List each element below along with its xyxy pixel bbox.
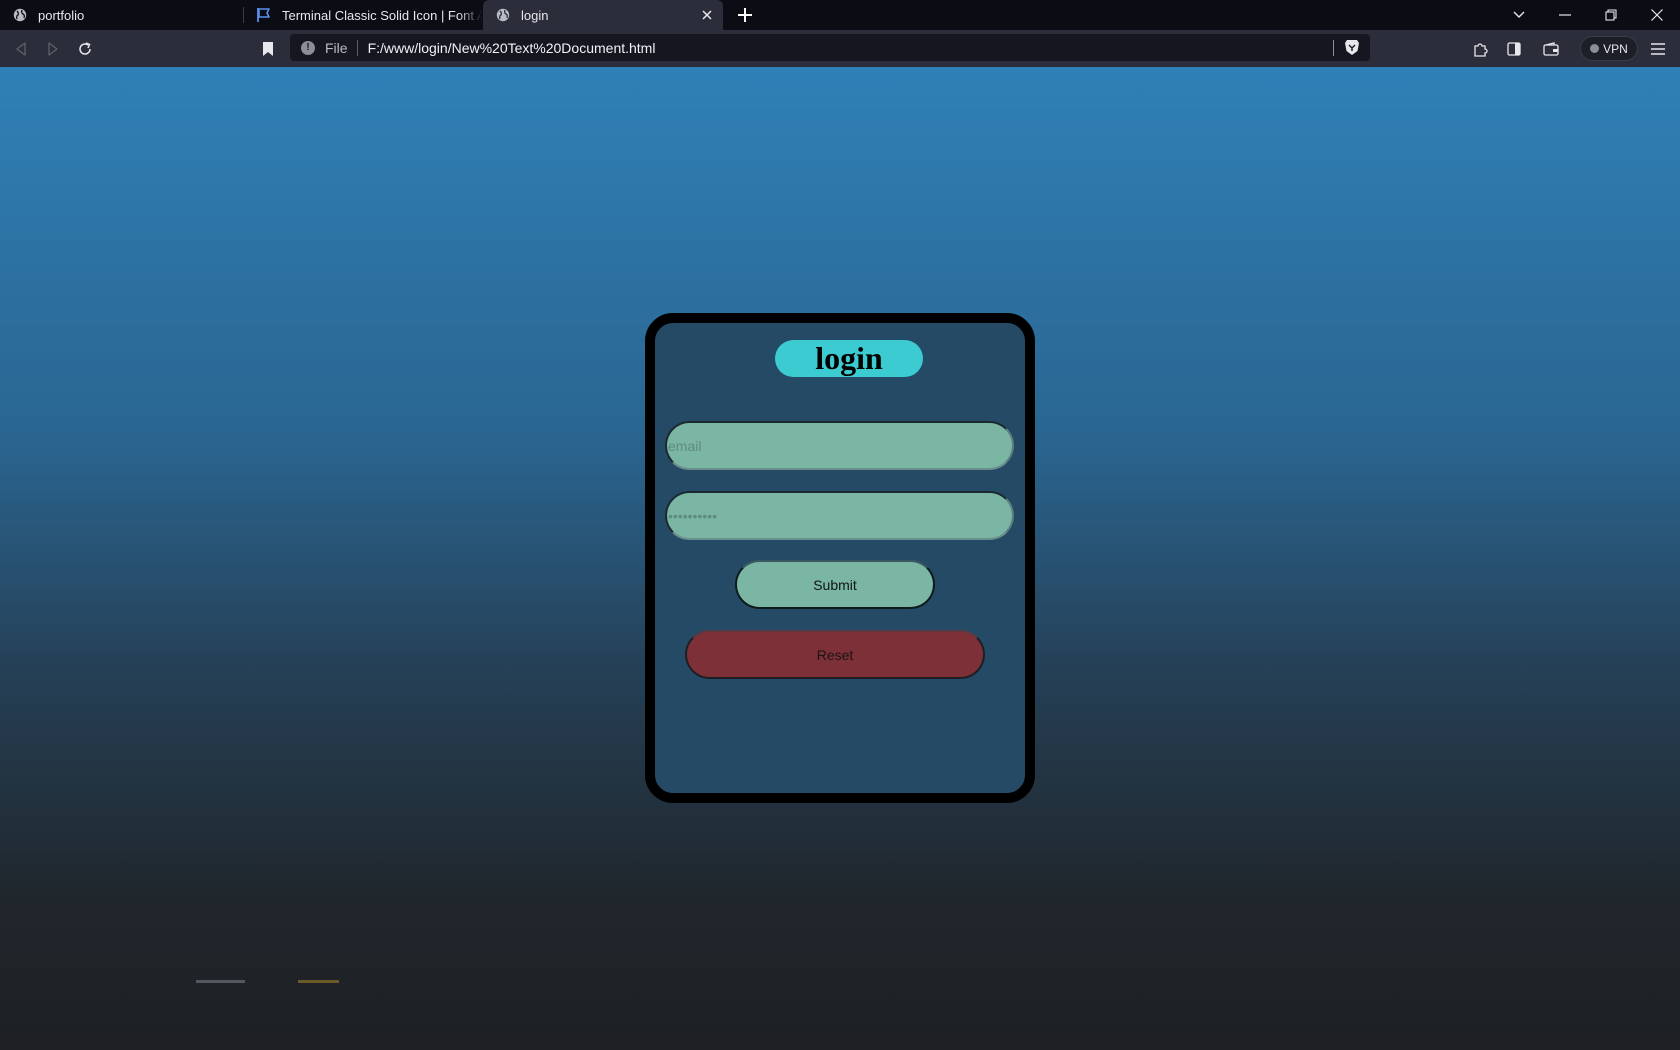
tab-title: login [521, 7, 549, 23]
vpn-label: VPN [1603, 41, 1628, 56]
reload-button[interactable] [73, 37, 97, 61]
tab-portfolio[interactable]: portfolio [0, 0, 243, 30]
address-bar[interactable]: ! File F:/www/login/New%20Text%20Documen… [290, 34, 1370, 61]
tab-fade [458, 0, 482, 30]
extensions-puzzle-icon[interactable] [1469, 37, 1493, 61]
close-window-button[interactable] [1634, 0, 1680, 30]
vpn-status-icon [1590, 44, 1600, 53]
globe-icon [12, 7, 28, 23]
reset-button[interactable]: Reset [685, 630, 985, 679]
globe-icon [495, 7, 511, 23]
page-viewport: login Submit Reset [0, 67, 1680, 1050]
tab-font-awesome[interactable]: Terminal Classic Solid Icon | Font Aweso… [244, 0, 482, 30]
font-awesome-flag-icon [256, 7, 272, 23]
sidebar-toggle-icon[interactable] [1502, 37, 1526, 61]
wallet-icon[interactable] [1539, 37, 1563, 61]
tab-login[interactable]: login [483, 0, 723, 30]
tab-search-chevron-icon[interactable] [1496, 0, 1542, 30]
scheme-label: File [325, 39, 358, 56]
taskbar-indicator [298, 980, 339, 983]
new-tab-button[interactable] [734, 4, 756, 26]
back-button[interactable] [9, 37, 33, 61]
site-info-icon[interactable]: ! [301, 40, 315, 55]
bookmark-icon[interactable] [256, 37, 280, 61]
brave-shield-icon[interactable] [1344, 39, 1360, 61]
minimize-button[interactable] [1542, 0, 1588, 30]
email-field[interactable] [665, 421, 1014, 470]
submit-button[interactable]: Submit [735, 560, 935, 609]
url-text[interactable]: F:/www/login/New%20Text%20Document.html [368, 40, 656, 56]
taskbar-indicator [196, 980, 245, 983]
browser-toolbar: ! File F:/www/login/New%20Text%20Documen… [0, 30, 1680, 67]
forward-button[interactable] [41, 37, 65, 61]
close-tab-icon[interactable] [699, 7, 715, 23]
login-title: login [775, 340, 923, 377]
tab-title: Terminal Classic Solid Icon | Font Aweso… [282, 7, 482, 23]
main-menu-icon[interactable] [1646, 37, 1670, 61]
login-card: login Submit Reset [645, 313, 1035, 803]
tab-title: portfolio [38, 7, 85, 23]
password-field[interactable] [665, 491, 1014, 540]
vpn-button[interactable]: VPN [1580, 36, 1638, 61]
tab-strip: portfolio Terminal Classic Solid Icon | … [0, 0, 1680, 30]
url-divider [1333, 40, 1334, 56]
restore-button[interactable] [1588, 0, 1634, 30]
